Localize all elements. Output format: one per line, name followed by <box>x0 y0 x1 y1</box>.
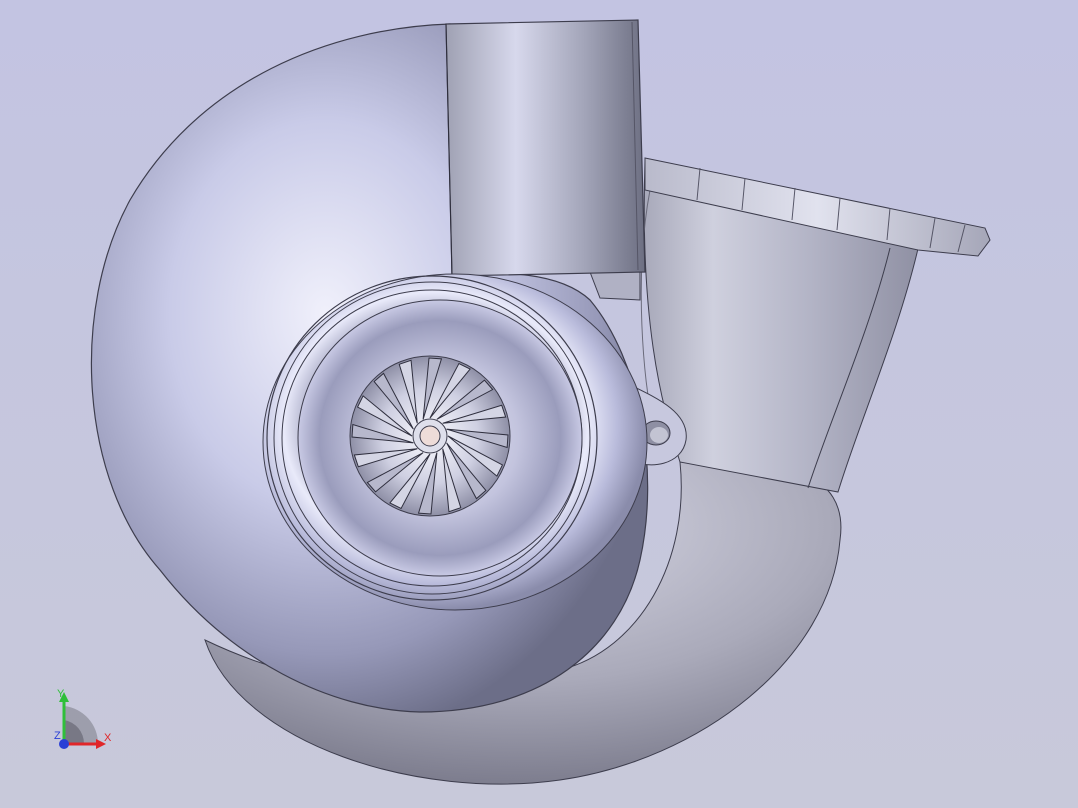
x-axis-label: X <box>104 732 112 744</box>
y-axis-label: Y <box>57 688 65 700</box>
cad-3d-viewport[interactable]: X Y Z <box>0 0 1078 808</box>
discharge-duct <box>445 19 646 277</box>
turbo-housing-model[interactable] <box>0 0 1078 808</box>
wheel-nut <box>419 425 441 447</box>
lug-bolt-hole-inner <box>650 427 668 443</box>
rear-connector <box>589 271 641 301</box>
z-axis-label: Z <box>54 730 61 742</box>
orientation-triad: X Y Z <box>40 680 130 760</box>
